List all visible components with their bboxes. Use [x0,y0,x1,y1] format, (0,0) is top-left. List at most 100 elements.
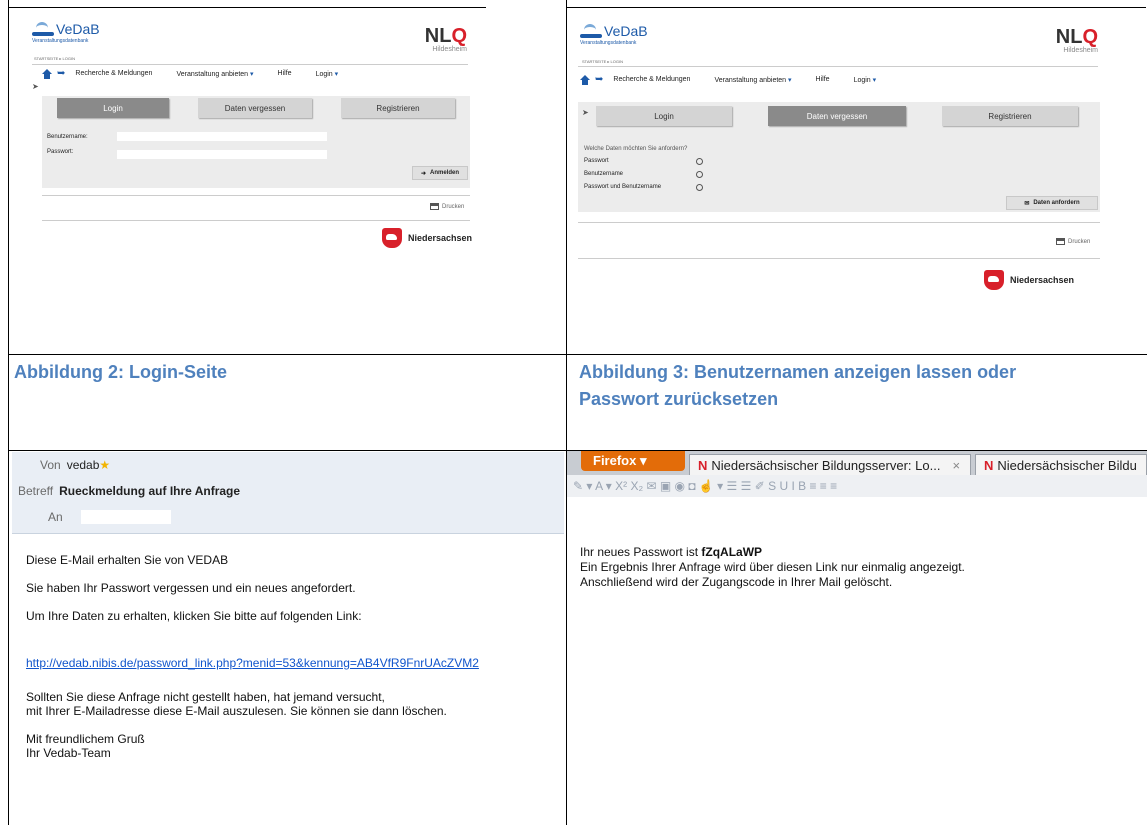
printer-icon [1056,238,1065,245]
star-icon[interactable]: ★ [99,458,110,472]
email-to-key: An [48,510,63,524]
browser-tab-2[interactable]: N Niedersächsischer Bildu [975,454,1147,475]
main-nav: ➥ Recherche & Meldungen Veranstaltung an… [42,68,362,79]
nav-item-veranstaltung[interactable]: Veranstaltung anbieten ▾ [176,70,253,78]
close-tab-icon[interactable]: × [952,458,960,473]
breadcrumb[interactable]: STARTSEITE ▸ LOGIN [34,56,75,61]
main-nav: ➥ Recherche & Meldungen Veranstaltung an… [580,74,900,85]
email-body-line-6: Mit freundlichem Gruß [26,732,145,746]
nav-item-veranstaltung[interactable]: Veranstaltung anbieten ▾ [714,76,791,84]
new-password-line: Ihr neues Passwort ist fZqALaWP [580,545,762,560]
tab-registrieren[interactable]: Registrieren [341,98,455,118]
email-screenshot: Von vedab ★ Betreff Rueckmeldung auf Ihr… [12,452,564,825]
print-link[interactable]: Drucken [430,203,464,210]
option-passwort-radio[interactable] [696,158,703,165]
figure-3-screenshot: VeDaB Veranstaltungsdatenbank NLQ Hildes… [568,10,1146,352]
tab-login[interactable]: Login [57,98,169,118]
password-input[interactable] [117,150,327,159]
nav-item-login[interactable]: Login ▾ [316,70,339,78]
caption-figure-3-line-2: Passwort zurücksetzen [579,389,779,409]
result-info-line-1: Ein Ergebnis Ihrer Anfrage wird über die… [580,560,965,574]
email-body-line-4: Sollten Sie diese Anfrage nicht gestellt… [26,690,385,704]
email-from-value[interactable]: vedab [67,458,100,472]
email-subject-value: Rueckmeldung auf Ihre Anfrage [59,484,241,498]
option-benutzername-label: Benutzername [584,171,624,177]
login-button-label: Anmelden [430,170,460,176]
username-input[interactable] [117,132,327,141]
home-icon[interactable] [42,69,52,79]
print-link[interactable]: Drucken [1056,238,1090,245]
tab-daten-vergessen[interactable]: Daten vergessen [768,106,906,126]
back-arrow-icon[interactable]: ➥ [595,74,603,84]
nav-item-hilfe[interactable]: Hilfe [278,70,292,77]
nlq-logo: NLQ Hildesheim [412,26,467,53]
caption-figure-3-line-1: Abbildung 3: Benutzernamen anzeigen lass… [579,362,1017,382]
table-top-rule-right [566,7,1146,8]
new-password-value: fZqALaWP [701,545,763,559]
option-beides-label: Passwort und Benutzername [584,184,662,190]
footer-rule-top [578,222,1100,223]
vedab-logo-mark-icon [32,22,54,36]
email-body-line-2: Sie haben Ihr Passwort vergessen und ein… [26,581,356,595]
nav-item-recherche[interactable]: Recherche & Meldungen [613,76,690,83]
niedersachsen-horse-icon [984,270,1004,290]
niedersachsen-horse-icon [382,228,402,248]
nav-item-login[interactable]: Login ▾ [854,76,877,84]
back-arrow-icon[interactable]: ➥ [57,68,65,78]
niedersachsen-label: Niedersachsen [408,233,473,243]
nav-item-recherche[interactable]: Recherche & Meldungen [75,70,152,77]
nibis-favicon-icon: N [984,457,994,473]
footer-rule-bottom [578,258,1100,259]
vedab-logo-subtitle: Veranstaltungsdatenbank [32,38,89,44]
table-row-rule-1 [8,354,1147,355]
niedersachsen-logo: Niedersachsen [984,270,1074,290]
nlq-logo-text: NL [1055,26,1083,48]
vedab-logo-name: VeDaB [56,21,100,37]
vedab-logo: VeDaB Veranstaltungsdatenbank [580,24,648,46]
browser-tab-1-title: Niedersächsischer Bildungsserver: Lo... [711,457,941,473]
figure-2-screenshot: VeDaB Veranstaltungsdatenbank NLQ Hildes… [12,10,564,352]
firefox-menu-button[interactable]: Firefox ▾ [581,451,685,471]
option-beides-radio[interactable] [696,184,703,191]
document-page: VeDaB Veranstaltungsdatenbank NLQ Hildes… [0,0,1147,825]
nav-item-veranstaltung-label: Veranstaltung anbieten [714,76,787,84]
email-subject-key: Betreff [18,484,54,498]
editor-toolbar[interactable]: ✎ ▾ A ▾ X² X₂ ✉ ▣ ◉ ◘ ☝ ▾ ☰ ☰ ✐ S U I B … [567,475,1147,497]
browser-screenshot: Firefox ▾ N Niedersächsischer Bildungsse… [567,451,1147,825]
nlq-logo-subtitle: Hildesheim [432,46,467,53]
password-label: Passwort: [47,149,74,155]
tab-daten-vergessen[interactable]: Daten vergessen [198,98,312,118]
nav-item-login-label: Login [315,70,333,78]
username-label: Benutzername: [47,134,88,140]
option-benutzername-radio[interactable] [696,171,703,178]
email-body-line-1: Diese E-Mail erhalten Sie von VEDAB [26,553,229,567]
request-data-button[interactable]: ✉ Daten anfordern [1006,196,1098,210]
print-label: Drucken [442,203,465,210]
nlq-logo: NLQ Hildesheim [1038,27,1098,54]
request-data-button-label: Daten anfordern [1033,200,1080,206]
breadcrumb[interactable]: STARTSEITE ▸ LOGIN [582,59,623,64]
home-icon[interactable] [580,75,590,85]
email-from-row: Von vedab ★ [40,458,110,472]
email-body-line-5: mit Ihrer E-Mailadresse diese E-Mail aus… [26,704,447,718]
tab-login[interactable]: Login [596,106,732,126]
footer-rule-top [42,195,470,196]
mouse-cursor-icon: ➤ [582,108,589,117]
email-to-row: An [48,510,171,524]
email-body-line-3: Um Ihre Daten zu erhalten, klicken Sie b… [26,609,362,623]
table-border-left [8,0,9,825]
vedab-logo-mark-icon [580,24,602,38]
nav-item-hilfe[interactable]: Hilfe [816,76,830,83]
question-label: Welche Daten möchten Sie anfordern? [584,146,688,152]
browser-tab-1[interactable]: N Niedersächsischer Bildungsserver: Lo..… [689,454,971,475]
envelope-icon: ✉ [1024,200,1030,207]
tab-registrieren[interactable]: Registrieren [942,106,1078,126]
browser-tab-2-title: Niedersächsischer Bildu [997,457,1137,473]
email-password-link[interactable]: http://vedab.nibis.de/password_link.php?… [26,656,479,670]
nav-item-login-label: Login [853,76,871,84]
nlq-logo-text: NL [424,25,452,47]
option-passwort-label: Passwort [584,158,609,164]
table-top-rule-left [8,7,486,8]
login-button[interactable]: ➜ Anmelden [412,166,468,180]
nav-item-veranstaltung-label: Veranstaltung anbieten [176,70,249,78]
